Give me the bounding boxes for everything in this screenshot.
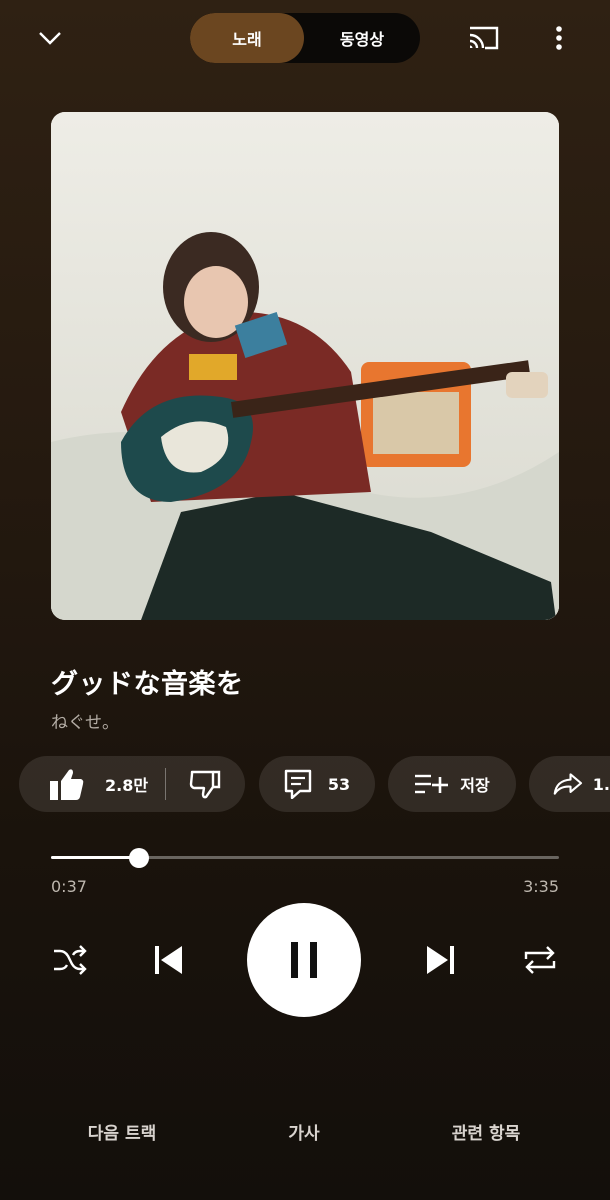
- save-label: 저장: [460, 776, 490, 795]
- share-button[interactable]: 1.: [529, 756, 610, 812]
- collapse-button[interactable]: [30, 20, 70, 56]
- skip-next-icon: [427, 946, 454, 974]
- progress-fill: [51, 856, 139, 859]
- more-vert-icon: [556, 26, 562, 50]
- current-time: 0:37: [51, 877, 87, 896]
- tab-up-next[interactable]: 다음 트랙: [42, 1119, 202, 1144]
- playlist-add-icon: [415, 774, 449, 794]
- tab-lyrics[interactable]: 가사: [224, 1119, 384, 1144]
- tab-related[interactable]: 관련 항목: [406, 1119, 566, 1144]
- like-dislike-chip: 2.8만: [19, 756, 245, 812]
- toggle-song[interactable]: 노래: [190, 13, 304, 63]
- share-icon: [553, 773, 583, 795]
- save-button[interactable]: 저장: [388, 756, 516, 812]
- album-artwork: [51, 112, 559, 620]
- next-button[interactable]: [421, 940, 461, 980]
- thumb-up-icon: [50, 769, 84, 800]
- like-button[interactable]: 2.8만: [19, 756, 165, 812]
- total-time: 3:35: [523, 877, 559, 896]
- comment-icon: [284, 769, 312, 799]
- share-label: 1.: [592, 774, 610, 794]
- like-count: 2.8만: [105, 776, 149, 795]
- more-options-button[interactable]: [546, 20, 572, 56]
- song-title: グッドな音楽を: [51, 669, 244, 700]
- previous-button[interactable]: [148, 940, 188, 980]
- cast-button[interactable]: [462, 20, 504, 56]
- thumb-down-icon: [189, 770, 221, 799]
- artist-name[interactable]: ねぐせ。: [51, 708, 119, 733]
- shuffle-button[interactable]: [48, 940, 92, 980]
- pause-icon: [291, 942, 317, 978]
- comments-button[interactable]: 53: [259, 756, 375, 812]
- play-pause-button[interactable]: [247, 903, 361, 1017]
- comment-count: 53: [327, 774, 351, 794]
- progress-thumb[interactable]: [129, 848, 149, 868]
- shuffle-icon: [54, 945, 87, 975]
- repeat-button[interactable]: [518, 940, 562, 980]
- skip-previous-icon: [155, 946, 182, 974]
- toggle-video[interactable]: 동영상: [304, 13, 420, 63]
- song-video-toggle: 노래 동영상: [190, 13, 420, 63]
- chevron-down-icon: [39, 32, 61, 45]
- repeat-icon: [524, 946, 556, 974]
- dislike-button[interactable]: [166, 756, 244, 812]
- cast-icon: [469, 26, 499, 50]
